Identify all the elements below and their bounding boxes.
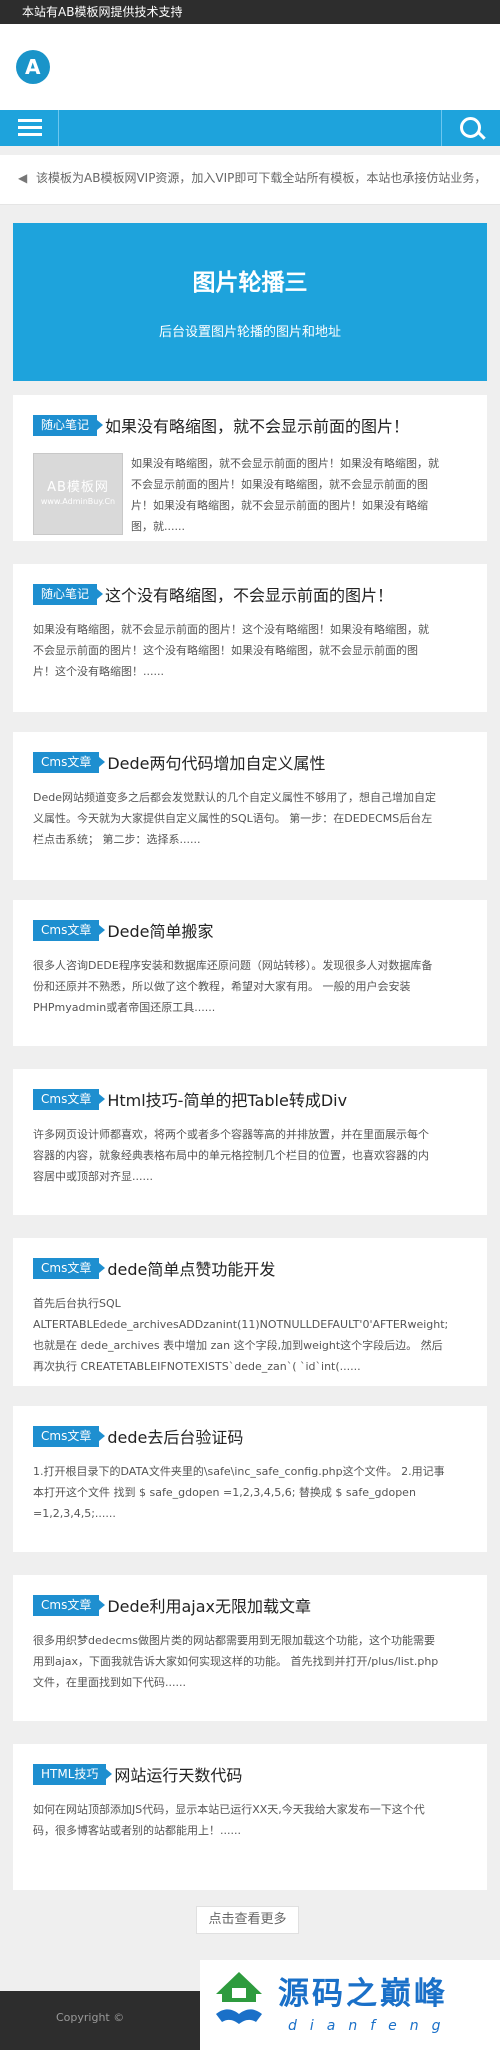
- post-title[interactable]: Dede简单搬家: [107, 918, 213, 942]
- post-title[interactable]: 网站运行天数代码: [114, 1762, 242, 1786]
- excerpt-line: 文件，在里面找到如下代码......: [33, 1676, 186, 1689]
- post-title[interactable]: Html技巧-简单的把Table转成Div: [107, 1087, 347, 1111]
- excerpt-line: 如果没有略缩图，就不会显示前面的图片！这个没有略缩图！如果没有略缩图，就: [33, 623, 429, 636]
- menu-button[interactable]: [0, 110, 59, 146]
- post-title[interactable]: dede去后台验证码: [107, 1424, 243, 1448]
- house-handshake-icon: [216, 1972, 262, 2024]
- post-title[interactable]: 如果没有略缩图，就不会显示前面的图片！: [105, 413, 409, 437]
- excerpt-line: 图，就......: [131, 520, 185, 533]
- excerpt-line: 容居中或顶部对齐显......: [33, 1170, 153, 1183]
- excerpt-line: 再次执行 CREATETABLEIFNOTEXISTS`dede_zan`( `…: [33, 1360, 361, 1373]
- post-card[interactable]: 随心笔记 这个没有略缩图，不会显示前面的图片！ 如果没有略缩图，就不会显示前面的…: [13, 564, 487, 712]
- excerpt-line: PHPmyadmin或者帝国还原工具......: [33, 1001, 216, 1014]
- excerpt-line: 栏点击系统； 第二步：选择系......: [33, 833, 201, 846]
- menu-icon: [18, 126, 42, 129]
- excerpt-line: 如何在网站顶部添加JS代码，显示本站已运行XX天,今天我给大家发布一下这个代: [33, 1803, 425, 1816]
- category-badge[interactable]: 随心笔记: [33, 583, 104, 605]
- excerpt-line: 用到ajax，下面我就告诉大家如何实现这样的功能。 首先找到并打开/plus/l…: [33, 1655, 439, 1668]
- megaphone-icon: ◀: [18, 171, 28, 185]
- excerpt-line: ALTERTABLEdede_archivesADDzanint(11)NOTN…: [33, 1318, 449, 1331]
- excerpt-line: 很多人咨询DEDE程序安装和数据库还原问题（网站转移）。发现很多人对数据库备: [33, 959, 433, 972]
- category-badge[interactable]: Cms文章: [33, 1425, 106, 1447]
- post-card[interactable]: Cms文章 dede简单点赞功能开发 首先后台执行SQL ALTERTABLEd…: [13, 1238, 487, 1386]
- post-excerpt: 如果没有略缩图，就不会显示前面的图片！如果没有略缩图，就 不会显示前面的图片！如…: [131, 453, 439, 537]
- watermark-title: 源码之巅峰: [278, 1976, 448, 2012]
- category-badge[interactable]: 随心笔记: [33, 414, 104, 436]
- excerpt-line: 许多网页设计师都喜欢，将两个或者多个容器等高的并排放置，并在里面展示每个: [33, 1128, 429, 1141]
- post-excerpt: 很多人咨询DEDE程序安装和数据库还原问题（网站转移）。发现很多人对数据库备 份…: [33, 955, 432, 1018]
- excerpt-line: 也就是在 dede_archives 表中增加 zan 这个字段,加到weigh…: [33, 1339, 443, 1352]
- post-excerpt: 首先后台执行SQL ALTERTABLEdede_archivesADDzani…: [33, 1293, 448, 1377]
- excerpt-line: 如果没有略缩图，就不会显示前面的图片！如果没有略缩图，就: [131, 457, 439, 470]
- banner-title: 图片轮播三: [192, 270, 308, 296]
- post-excerpt: 1.打开根目录下的DATA文件夹里的\safe\inc_safe_config.…: [33, 1461, 445, 1524]
- excerpt-line: 本打开这个文件 找到 $ safe_gdopen =1,2,3,4,5,6; 替…: [33, 1486, 416, 1499]
- watermark-subtitle: dianfeng: [288, 2018, 454, 2034]
- post-excerpt: 许多网页设计师都喜欢，将两个或者多个容器等高的并排放置，并在里面展示每个 容器的…: [33, 1124, 429, 1187]
- post-thumbnail[interactable]: AB模板网 www.AdminBuy.Cn: [33, 453, 123, 535]
- post-excerpt: 如果没有略缩图，就不会显示前面的图片！这个没有略缩图！如果没有略缩图，就 不会显…: [33, 619, 429, 682]
- excerpt-line: 容器的内容，就象经典表格布局中的单元格控制几个栏目的位置，也喜欢容器的内: [33, 1149, 429, 1162]
- excerpt-line: 码，很多博客站或者别的站都能用上！......: [33, 1824, 241, 1837]
- notice-text: 该模板为AB模板网VIP资源，加入VIP即可下载全站所有模板，本站也承接仿站业务…: [36, 171, 487, 185]
- category-badge[interactable]: Cms文章: [33, 1088, 106, 1110]
- post-excerpt: Dede网站频道变多之后都会发觉默认的几个自定义属性不够用了，想自己增加自定 义…: [33, 787, 436, 850]
- post-title[interactable]: 这个没有略缩图，不会显示前面的图片！: [105, 582, 393, 606]
- category-badge[interactable]: Cms文章: [33, 751, 106, 773]
- top-bar: 本站有AB模板网提供技术支持: [0, 0, 500, 24]
- excerpt-line: Dede网站频道变多之后都会发觉默认的几个自定义属性不够用了，想自己增加自定: [33, 791, 436, 804]
- post-card[interactable]: Cms文章 Html技巧-简单的把Table转成Div 许多网页设计师都喜欢，将…: [13, 1069, 487, 1215]
- search-icon-handle: [477, 131, 486, 140]
- excerpt-line: 片！这个没有略缩图！......: [33, 665, 164, 678]
- post-card[interactable]: HTML技巧 网站运行天数代码 如何在网站顶部添加JS代码，显示本站已运行XX天…: [13, 1744, 487, 1890]
- excerpt-line: 片！如果没有略缩图，就不会显示前面的图片！如果没有略缩: [131, 499, 428, 512]
- watermark: 源码之巅峰 dianfeng: [200, 1960, 500, 2050]
- search-button[interactable]: [441, 110, 500, 146]
- excerpt-line: 不会显示前面的图片！这个没有略缩图！如果没有略缩图，就不会显示前面的图: [33, 644, 418, 657]
- site-logo[interactable]: [16, 50, 50, 84]
- category-badge[interactable]: HTML技巧: [33, 1763, 113, 1785]
- post-card[interactable]: Cms文章 Dede两句代码增加自定义属性 Dede网站频道变多之后都会发觉默认…: [13, 732, 487, 880]
- post-card[interactable]: Cms文章 dede去后台验证码 1.打开根目录下的DATA文件夹里的\safe…: [13, 1406, 487, 1552]
- nav-bar: [0, 110, 500, 146]
- thumbnail-text: AB模板网: [47, 480, 109, 495]
- excerpt-line: 很多用织梦dedecms做图片类的网站都需要用到无限加载这个功能，这个功能需要: [33, 1634, 435, 1647]
- post-card[interactable]: Cms文章 Dede利用ajax无限加载文章 很多用织梦dedecms做图片类的…: [13, 1575, 487, 1721]
- post-title[interactable]: Dede利用ajax无限加载文章: [107, 1593, 311, 1617]
- post-card[interactable]: Cms文章 Dede简单搬家 很多人咨询DEDE程序安装和数据库还原问题（网站转…: [13, 900, 487, 1046]
- carousel-banner[interactable]: 图片轮播三 后台设置图片轮播的图片和地址: [13, 223, 487, 381]
- banner-subtitle: 后台设置图片轮播的图片和地址: [158, 325, 341, 340]
- category-badge[interactable]: Cms文章: [33, 1594, 106, 1616]
- category-badge[interactable]: Cms文章: [33, 919, 106, 941]
- copyright-text: Copyright ©: [56, 2011, 125, 2024]
- post-excerpt: 很多用织梦dedecms做图片类的网站都需要用到无限加载这个功能，这个功能需要 …: [33, 1630, 438, 1693]
- top-bar-text: 本站有AB模板网提供技术支持: [22, 5, 183, 19]
- excerpt-line: 首先后台执行SQL: [33, 1297, 121, 1310]
- thumbnail-url: www.AdminBuy.Cn: [40, 497, 116, 506]
- post-title[interactable]: Dede两句代码增加自定义属性: [107, 750, 325, 774]
- menu-icon: [18, 133, 42, 136]
- menu-icon: [18, 119, 42, 122]
- excerpt-line: 不会显示前面的图片！如果没有略缩图，就不会显示前面的图: [131, 478, 428, 491]
- header: [0, 24, 500, 110]
- excerpt-line: =1,2,3,4,5;......: [33, 1507, 116, 1520]
- category-badge[interactable]: Cms文章: [33, 1257, 106, 1279]
- post-excerpt: 如何在网站顶部添加JS代码，显示本站已运行XX天,今天我给大家发布一下这个代 码…: [33, 1799, 425, 1841]
- excerpt-line: 1.打开根目录下的DATA文件夹里的\safe\inc_safe_config.…: [33, 1465, 445, 1478]
- post-title[interactable]: dede简单点赞功能开发: [107, 1256, 275, 1280]
- post-card[interactable]: 随心笔记 如果没有略缩图，就不会显示前面的图片！ AB模板网 www.Admin…: [13, 395, 487, 541]
- notice-bar: ◀ 该模板为AB模板网VIP资源，加入VIP即可下载全站所有模板，本站也承接仿站业…: [0, 155, 500, 205]
- load-more-button[interactable]: 点击查看更多: [196, 1906, 299, 1934]
- excerpt-line: 义属性。今天就为大家提供自定义属性的SQL语句。 第一步：在DEDECMS后台左: [33, 812, 433, 825]
- excerpt-line: 份和还原并不熟悉，所以做了这个教程，希望对大家有用。 一般的用户会安装: [33, 980, 411, 993]
